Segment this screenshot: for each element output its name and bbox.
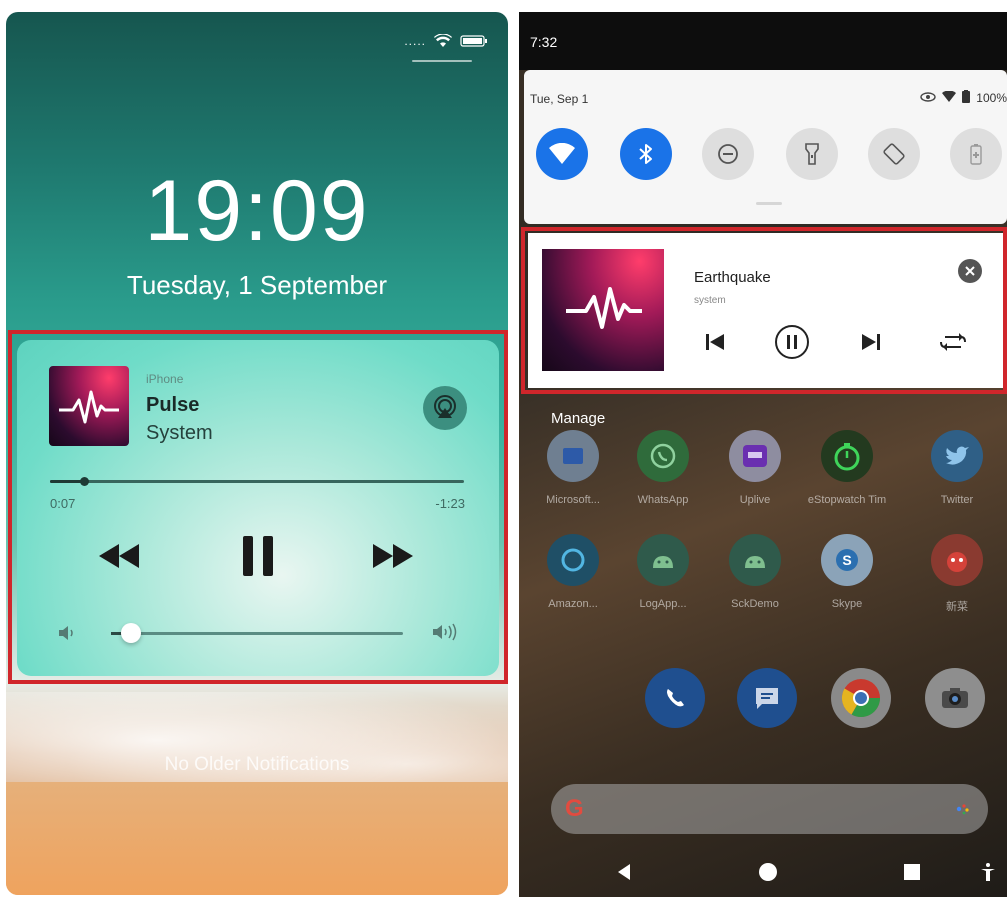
home-icon (759, 863, 777, 881)
qs-tile-wifi[interactable] (536, 128, 588, 180)
app-label: Uplive (739, 494, 771, 506)
uplive-icon (729, 430, 781, 482)
app-label: Amazon... (548, 598, 598, 610)
signal-dots: ..... (404, 34, 426, 48)
app-whatsapp[interactable]: WhatsApp (623, 430, 703, 506)
google-search-bar[interactable]: G (551, 784, 988, 834)
wifi-small-icon (942, 90, 957, 105)
dock-messages[interactable] (737, 668, 797, 728)
qs-tile-dnd[interactable] (702, 128, 754, 180)
app-uplive[interactable]: Uplive (715, 430, 795, 506)
rotate-icon (883, 143, 905, 165)
recents-button[interactable] (899, 859, 925, 885)
svg-text:S: S (842, 552, 851, 568)
app-twitter[interactable]: Twitter (917, 430, 997, 506)
qs-tile-flashlight[interactable] (786, 128, 838, 180)
qs-drag-handle[interactable] (756, 202, 782, 205)
lock-date: Tuesday, 1 September (126, 270, 388, 300)
messages-icon (756, 688, 778, 709)
app-stopwatch[interactable]: eStopwatch Tim (807, 430, 887, 506)
app-label: Skype (831, 598, 863, 610)
android-screen: 7:32 Tue, Sep 1 100% Earthquake system M… (519, 12, 1007, 897)
no-older-notifications: No Older Notifications (164, 754, 350, 775)
accessibility-icon (981, 863, 995, 881)
recents-icon (904, 864, 920, 880)
manage-link[interactable]: Manage (551, 410, 605, 427)
app-label: Twitter (940, 494, 974, 506)
wifi-icon (549, 143, 575, 164)
battery-icon (460, 34, 488, 48)
whatsapp-icon (637, 430, 689, 482)
eye-icon (920, 91, 936, 105)
ios-highlight-box (8, 330, 508, 684)
android-clock: 7:32 (530, 34, 558, 50)
wallpaper-sand (6, 782, 508, 895)
back-button[interactable] (611, 859, 637, 885)
app-label: eStopwatch Tim (807, 494, 887, 506)
home-button[interactable] (755, 859, 781, 885)
quick-settings-panel: Tue, Sep 1 100% (524, 70, 1007, 224)
app-sckdemo[interactable]: SckDemo (715, 534, 795, 610)
battery-percent: 100% (976, 91, 1007, 105)
app-label: LogApp... (639, 598, 687, 610)
ios-status-bar: ..... (404, 34, 488, 48)
camera-icon (942, 688, 968, 708)
android-status-bar: 7:32 (519, 12, 1007, 70)
battery-small-icon (962, 90, 971, 106)
android-app-icon (637, 534, 689, 586)
app-amazon[interactable]: Amazon... (533, 534, 613, 610)
qs-tile-battery-saver[interactable] (950, 128, 1002, 180)
qs-date: Tue, Sep 1 (530, 92, 589, 106)
ios-status-handle (412, 60, 472, 62)
dock-camera[interactable] (925, 668, 985, 728)
android-app-icon (729, 534, 781, 586)
phone-icon (667, 689, 684, 707)
stopwatch-icon (821, 430, 873, 482)
dnd-icon (718, 144, 738, 164)
app-skype[interactable]: S Skype (807, 534, 887, 610)
alexa-icon (547, 534, 599, 586)
app-label: 新菜 (946, 601, 968, 613)
assistant-icon[interactable] (956, 802, 970, 816)
lock-clock: 19:09 (144, 163, 370, 259)
app-logapp[interactable]: LogApp... (623, 534, 703, 610)
battery-saver-icon (970, 144, 982, 165)
microsoft-launcher-icon (547, 430, 599, 482)
accessibility-button[interactable] (975, 859, 1001, 885)
google-logo: G (565, 795, 584, 822)
app-microsoft[interactable]: Microsoft... (533, 430, 613, 506)
twitter-icon (931, 430, 983, 482)
dock-phone[interactable] (645, 668, 705, 728)
app-label: WhatsApp (637, 494, 689, 506)
back-icon (618, 864, 630, 880)
app-label: SckDemo (731, 598, 779, 610)
dock-chrome[interactable] (831, 668, 891, 728)
qs-tile-bluetooth[interactable] (620, 128, 672, 180)
wifi-icon (434, 34, 452, 48)
xincai-icon (931, 534, 983, 586)
qs-tile-rotate[interactable] (868, 128, 920, 180)
skype-icon: S (821, 534, 873, 586)
android-highlight-box (521, 227, 1007, 394)
android-nav-bar (519, 847, 1007, 897)
bluetooth-icon (639, 144, 652, 164)
flashlight-icon (805, 143, 819, 165)
app-label: Microsoft... (546, 494, 600, 506)
app-xincai[interactable]: 新菜 (917, 534, 997, 614)
qs-status-icons: 100% (920, 90, 1007, 106)
chrome-icon (841, 679, 881, 718)
